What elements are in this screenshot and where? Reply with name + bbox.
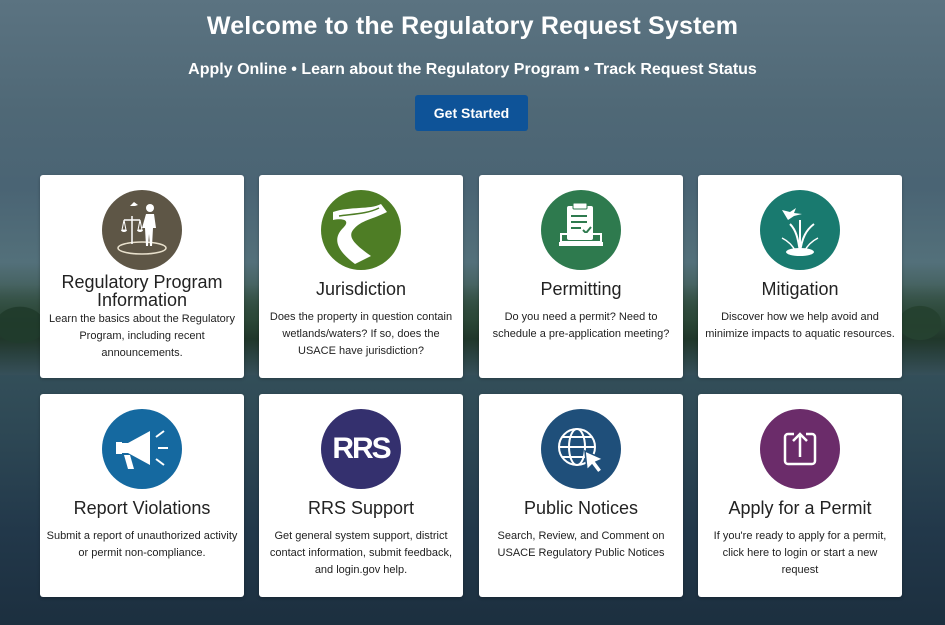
card-description: Get general system support, district con… <box>269 530 453 576</box>
card-permitting[interactable]: Permitting Do you need a permit? Need to… <box>479 175 683 378</box>
card-title: Report Violations <box>73 498 211 518</box>
card-description: Submit a report of unauthorized activity… <box>46 530 238 559</box>
megaphone-icon <box>102 409 182 489</box>
card-public-notices[interactable]: Public Notices Search, Review, and Comme… <box>479 394 683 597</box>
card-description: Do you need a permit? Need to schedule a… <box>492 311 670 340</box>
card-description: Search, Review, and Comment on USACE Reg… <box>497 530 665 559</box>
card-title: Jurisdiction <box>315 279 407 299</box>
card-title: Apply for a Permit <box>728 498 872 518</box>
card-title: Public Notices <box>523 498 639 518</box>
upload-icon <box>760 409 840 489</box>
card-description: Learn the basics about the Regulatory Pr… <box>49 313 235 359</box>
scales-person-icon <box>102 190 182 270</box>
card-title: Permitting <box>540 279 622 299</box>
wetland-bird-icon <box>760 190 840 270</box>
card-title: Regulatory Program Information <box>61 272 223 310</box>
card-title: RRS Support <box>307 498 415 518</box>
globe-cursor-icon <box>541 409 621 489</box>
get-started-button[interactable]: Get Started <box>415 95 528 131</box>
card-report-violations[interactable]: Report Violations Submit a report of una… <box>40 394 244 597</box>
card-title: Mitigation <box>761 279 839 299</box>
card-description: Does the property in question contain we… <box>269 311 453 357</box>
card-description: Discover how we help avoid and minimize … <box>705 311 895 340</box>
hero-subtitle: Apply Online • Learn about the Regulator… <box>188 61 757 78</box>
card-mitigation[interactable]: Mitigation Discover how we help avoid an… <box>698 175 902 378</box>
river-icon <box>321 190 401 270</box>
card-rrs-support[interactable]: RRS RRS Support Get general system suppo… <box>259 394 463 597</box>
page-title: Welcome to the Regulatory Request System <box>206 12 739 40</box>
rrs-logo-icon: RRS <box>321 409 401 489</box>
card-regulatory-program-information[interactable]: Regulatory Program Information Learn the… <box>40 175 244 378</box>
card-jurisdiction[interactable]: Jurisdiction Does the property in questi… <box>259 175 463 378</box>
card-apply-for-a-permit[interactable]: Apply for a Permit If you're ready to ap… <box>698 394 902 597</box>
card-description: If you're ready to apply for a permit, c… <box>713 530 887 576</box>
checklist-laptop-icon <box>541 190 621 270</box>
rrs-logo-text: RRS <box>332 432 391 465</box>
